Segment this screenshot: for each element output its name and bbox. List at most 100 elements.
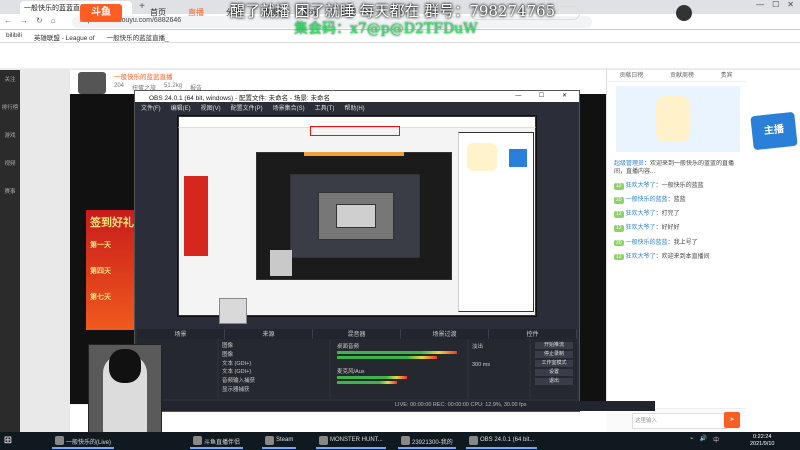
- network-icon[interactable]: ⌁: [690, 435, 694, 444]
- taskbar-item[interactable]: MONSTER HUNT...: [316, 433, 386, 449]
- menu-item[interactable]: 配置文件(P): [231, 103, 263, 112]
- system-tray: ⌁ 🔊 中: [690, 435, 719, 444]
- sidebar-item[interactable]: 关注: [0, 70, 20, 98]
- taskbar: ⊞ 一般快乐的(Live) 斗鱼直播伴侣 Steam MONSTER HUNT.…: [0, 432, 800, 450]
- home-icon[interactable]: ⌂: [51, 16, 56, 25]
- obs-window-controls[interactable]: — ☐ ✕: [515, 92, 575, 99]
- nav-buttons: ← → ↻ ⌂: [4, 16, 56, 25]
- clock-time: 0:22:24: [753, 434, 772, 440]
- douyu-logo[interactable]: 斗鱼: [80, 4, 122, 22]
- nested-caption-bar: [304, 152, 404, 156]
- sidebar-item[interactable]: 排行榜: [0, 98, 20, 126]
- taskbar-item[interactable]: Steam: [262, 433, 297, 449]
- chat-message: 20 一般快乐的蓝蓝：蓝蓝: [614, 197, 686, 205]
- minimize-icon[interactable]: —: [756, 0, 764, 14]
- windows-start-icon[interactable]: ⊞: [2, 435, 14, 447]
- menu-item[interactable]: 场景集合(S): [273, 103, 305, 112]
- menu-item[interactable]: 帮助(H): [344, 103, 364, 112]
- nav-item[interactable]: 直播: [188, 7, 204, 18]
- chat-message: 12 狂欢大爷了：一般快乐的蓝蓝: [614, 183, 704, 190]
- taskbar-clock[interactable]: 0:22:24 2021/9/10: [750, 434, 774, 448]
- bookmark-item[interactable]: bilibili: [6, 32, 22, 40]
- chat-message: 12 狂欢大爷了：好好好: [614, 225, 680, 233]
- dock-title: 混音器: [313, 329, 401, 339]
- stat-item: 204: [114, 83, 125, 89]
- tab-rank[interactable]: 贡献日榜: [619, 70, 643, 81]
- obs-menubar: 文件(F) 编辑(E) 视图(V) 配置文件(P) 场景集合(S) 工具(T) …: [135, 102, 579, 112]
- mixer-dock: 桌面音频 麦克风/Aux: [331, 339, 467, 399]
- audio-meter: [337, 356, 437, 359]
- nav-item[interactable]: 首页: [150, 7, 166, 18]
- dock-title: 来源: [225, 329, 313, 339]
- left-sidebar: 关注 排行榜 游戏 视频 赛事: [0, 70, 20, 432]
- chat-input[interactable]: 这里输入: [632, 413, 728, 429]
- nested-promo: [184, 176, 208, 256]
- mixer-label: 桌面音频: [337, 344, 360, 350]
- rank-tabs: 贡献日榜 贡献周榜 贵宾: [606, 70, 746, 82]
- start-streaming-button[interactable]: 开始推流: [535, 342, 573, 349]
- clock-date: 2021/9/10: [750, 441, 775, 448]
- menu-item[interactable]: 文件(F): [141, 103, 161, 112]
- close-icon[interactable]: ✕: [787, 0, 794, 14]
- source-item[interactable]: 音频输入捕获: [222, 377, 326, 386]
- sources-dock: 图像 图像 文本 (GDI+) 文本 (GDI+) 音频输入捕获 显示器捕获: [219, 339, 329, 399]
- back-icon[interactable]: ←: [4, 16, 12, 25]
- user-avatar[interactable]: [676, 5, 692, 21]
- nested-webcam: [270, 250, 292, 276]
- tab-vip[interactable]: 贵宾: [721, 70, 733, 81]
- audio-meter: [337, 351, 457, 354]
- dock-title: 场景: [137, 329, 225, 339]
- volume-icon[interactable]: 🔊: [700, 435, 707, 444]
- reload-icon[interactable]: ↻: [36, 16, 43, 25]
- exit-button[interactable]: 退出: [535, 378, 573, 385]
- taskbar-item[interactable]: 一般快乐的(Live): [52, 433, 115, 449]
- streamer-hair: [109, 349, 141, 383]
- dock-title: 控件: [489, 329, 577, 339]
- forward-icon[interactable]: →: [20, 16, 28, 25]
- stop-recording-button[interactable]: 停止录制: [535, 351, 573, 358]
- mascot-image: [656, 96, 690, 142]
- taskbar-item[interactable]: 斗鱼直播伴侣: [190, 433, 244, 449]
- sidebar-item[interactable]: 赛事: [0, 182, 20, 210]
- taskbar-item[interactable]: OBS 24.0.1 (64 bit...: [466, 433, 538, 449]
- room-title: 一般快乐的蓝蓝直播: [114, 74, 173, 81]
- chat-banner: [616, 86, 740, 152]
- chat-message: 12 狂欢大爷了：打完了: [614, 211, 680, 219]
- tab-rank[interactable]: 贡献周榜: [670, 70, 694, 81]
- obs-docks-header: 场景 来源 混音器 场景过渡 控件: [137, 329, 577, 339]
- obs-preview[interactable]: [177, 115, 537, 317]
- chat-message: 12 狂欢大爷了：欢迎来到本直播间: [614, 253, 710, 261]
- source-item[interactable]: 文本 (GDI+): [222, 360, 326, 369]
- nested-preview-inner: [336, 204, 376, 228]
- nested-caption-box: [310, 126, 400, 136]
- ime-icon[interactable]: 中: [713, 435, 719, 444]
- menu-item[interactable]: 编辑(E): [171, 103, 191, 112]
- menu-item[interactable]: 视图(V): [201, 103, 221, 112]
- settings-button[interactable]: 设置: [535, 369, 573, 376]
- source-item[interactable]: 文本 (GDI+): [222, 368, 326, 377]
- rank-badge[interactable]: 主播: [750, 111, 798, 151]
- source-item[interactable]: 图像: [222, 342, 326, 351]
- anchor-avatar[interactable]: [78, 72, 106, 94]
- obs-titlebar: OBS 24.0.1 (64 bit, windows) - 配置文件: 未命名…: [135, 91, 579, 102]
- obs-statusbar: LIVE: 00:00:00 REC: 00:00:00 CPU: 12.9%,…: [135, 401, 655, 411]
- bookmark-item[interactable]: 英雄联盟 - League of: [34, 32, 95, 42]
- source-item[interactable]: 图像: [222, 351, 326, 360]
- send-button[interactable]: ➤: [724, 412, 740, 428]
- studio-mode-button[interactable]: 工作室模式: [535, 360, 573, 367]
- overlay-caption-code: 集会码：x7@p@D2TFDuW: [294, 21, 478, 37]
- obs-title: OBS 24.0.1 (64 bit, windows) - 配置文件: 未命名…: [149, 95, 330, 102]
- obs-window: OBS 24.0.1 (64 bit, windows) - 配置文件: 未命名…: [134, 90, 655, 412]
- menu-item[interactable]: 工具(T): [315, 103, 335, 112]
- taskbar-item[interactable]: 23921300-我的: [398, 433, 456, 449]
- new-tab-button[interactable]: +: [136, 1, 148, 13]
- sidebar-item[interactable]: 游戏: [0, 126, 20, 154]
- transition-duration[interactable]: 300 ms: [472, 362, 526, 368]
- sidebar-item[interactable]: 视频: [0, 154, 20, 182]
- maximize-icon[interactable]: ☐: [772, 0, 779, 14]
- source-item[interactable]: 显示器捕获: [222, 386, 326, 395]
- transition-select[interactable]: 淡出: [472, 342, 526, 350]
- audio-meter: [337, 376, 407, 379]
- bookmark-item[interactable]: 一般快乐的蓝蓝直播_: [107, 32, 169, 42]
- nested-chat-panel: [458, 132, 534, 312]
